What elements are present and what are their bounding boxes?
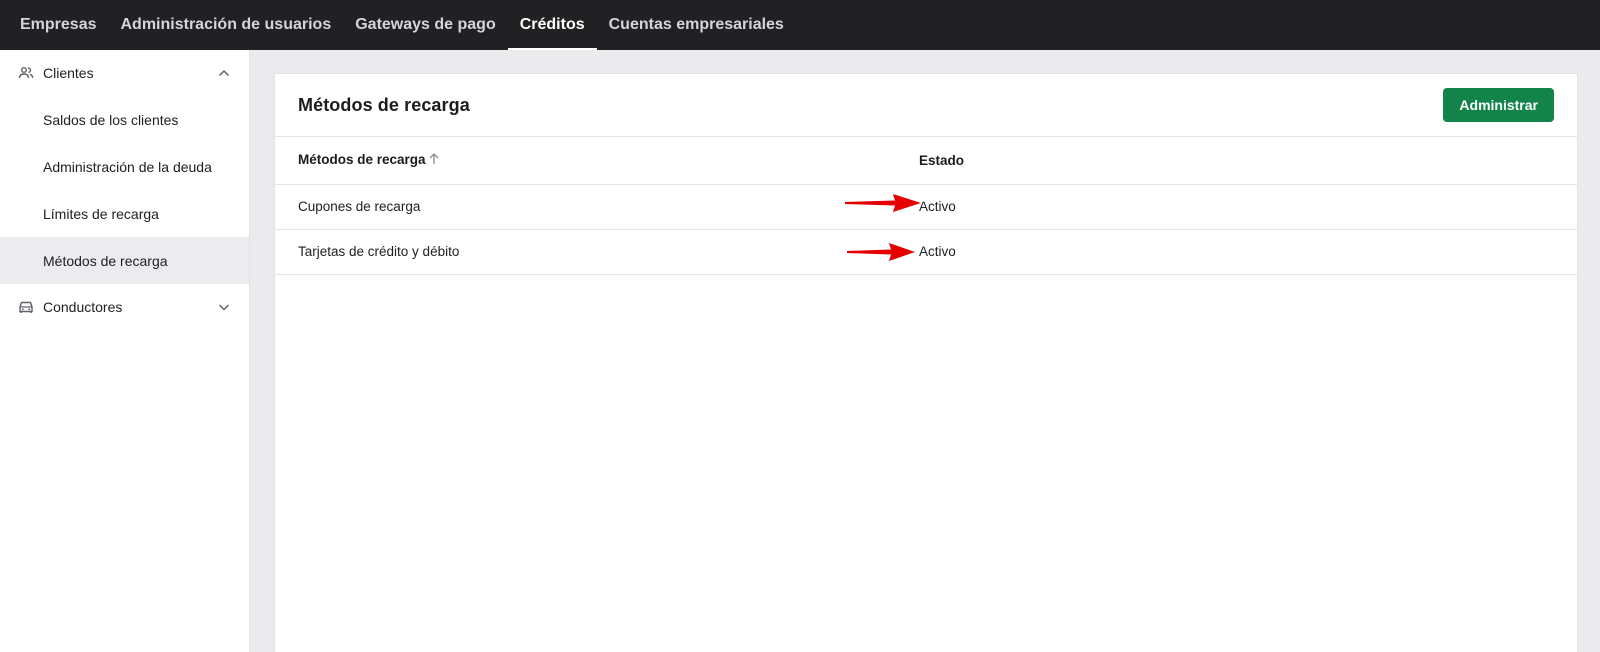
tab-cuentas-empresariales[interactable]: Cuentas empresariales [597, 0, 796, 50]
people-icon [18, 65, 34, 81]
sidebar: Clientes Saldos de los clientes Administ… [0, 50, 250, 652]
chevron-down-icon[interactable] [217, 300, 231, 314]
annotation-arrow-icon [845, 194, 921, 212]
chevron-up-icon[interactable] [217, 66, 231, 80]
method-cell: Tarjetas de crédito y débito [275, 229, 919, 275]
sort-ascending-icon[interactable] [428, 152, 440, 168]
card-header: Métodos de recarga Administrar [275, 74, 1577, 137]
tab-administracion-usuarios[interactable]: Administración de usuarios [109, 0, 344, 50]
top-navigation: Empresas Administración de usuarios Gate… [0, 0, 1600, 50]
sidebar-group-label: Conductores [43, 299, 123, 315]
column-header-label: Métodos de recarga [298, 152, 426, 168]
recharge-methods-card: Métodos de recarga Administrar Métodos d… [274, 73, 1578, 652]
column-header-status: Estado [919, 137, 1577, 185]
sidebar-group-clientes[interactable]: Clientes [0, 50, 249, 96]
table-row[interactable]: Tarjetas de crédito y débito Activo [275, 229, 1577, 275]
sidebar-group-label: Clientes [43, 65, 94, 81]
annotation-arrow-icon [847, 243, 915, 261]
table-header-row: Métodos de recarga Estado [275, 137, 1577, 185]
sidebar-item-deuda[interactable]: Administración de la deuda [0, 143, 249, 190]
table-row[interactable]: Cupones de recarga Activo [275, 184, 1577, 230]
car-icon [18, 299, 34, 315]
sidebar-item-limites[interactable]: Límites de recarga [0, 190, 249, 237]
status-cell: Activo [919, 184, 1577, 230]
column-header-method[interactable]: Métodos de recarga [275, 137, 919, 185]
recharge-methods-table: Métodos de recarga Estado Cupones de rec… [275, 137, 1577, 275]
sidebar-item-metodos[interactable]: Métodos de recarga [0, 237, 249, 284]
tab-empresas[interactable]: Empresas [8, 0, 109, 50]
sidebar-item-saldos[interactable]: Saldos de los clientes [0, 96, 249, 143]
method-cell: Cupones de recarga [275, 184, 919, 230]
page-title: Métodos de recarga [298, 94, 470, 115]
tab-gateways-pago[interactable]: Gateways de pago [343, 0, 508, 50]
tab-creditos[interactable]: Créditos [507, 0, 597, 50]
administrar-button[interactable]: Administrar [1443, 88, 1554, 122]
sidebar-group-conductores[interactable]: Conductores [0, 284, 249, 330]
status-cell: Activo [919, 229, 1577, 275]
